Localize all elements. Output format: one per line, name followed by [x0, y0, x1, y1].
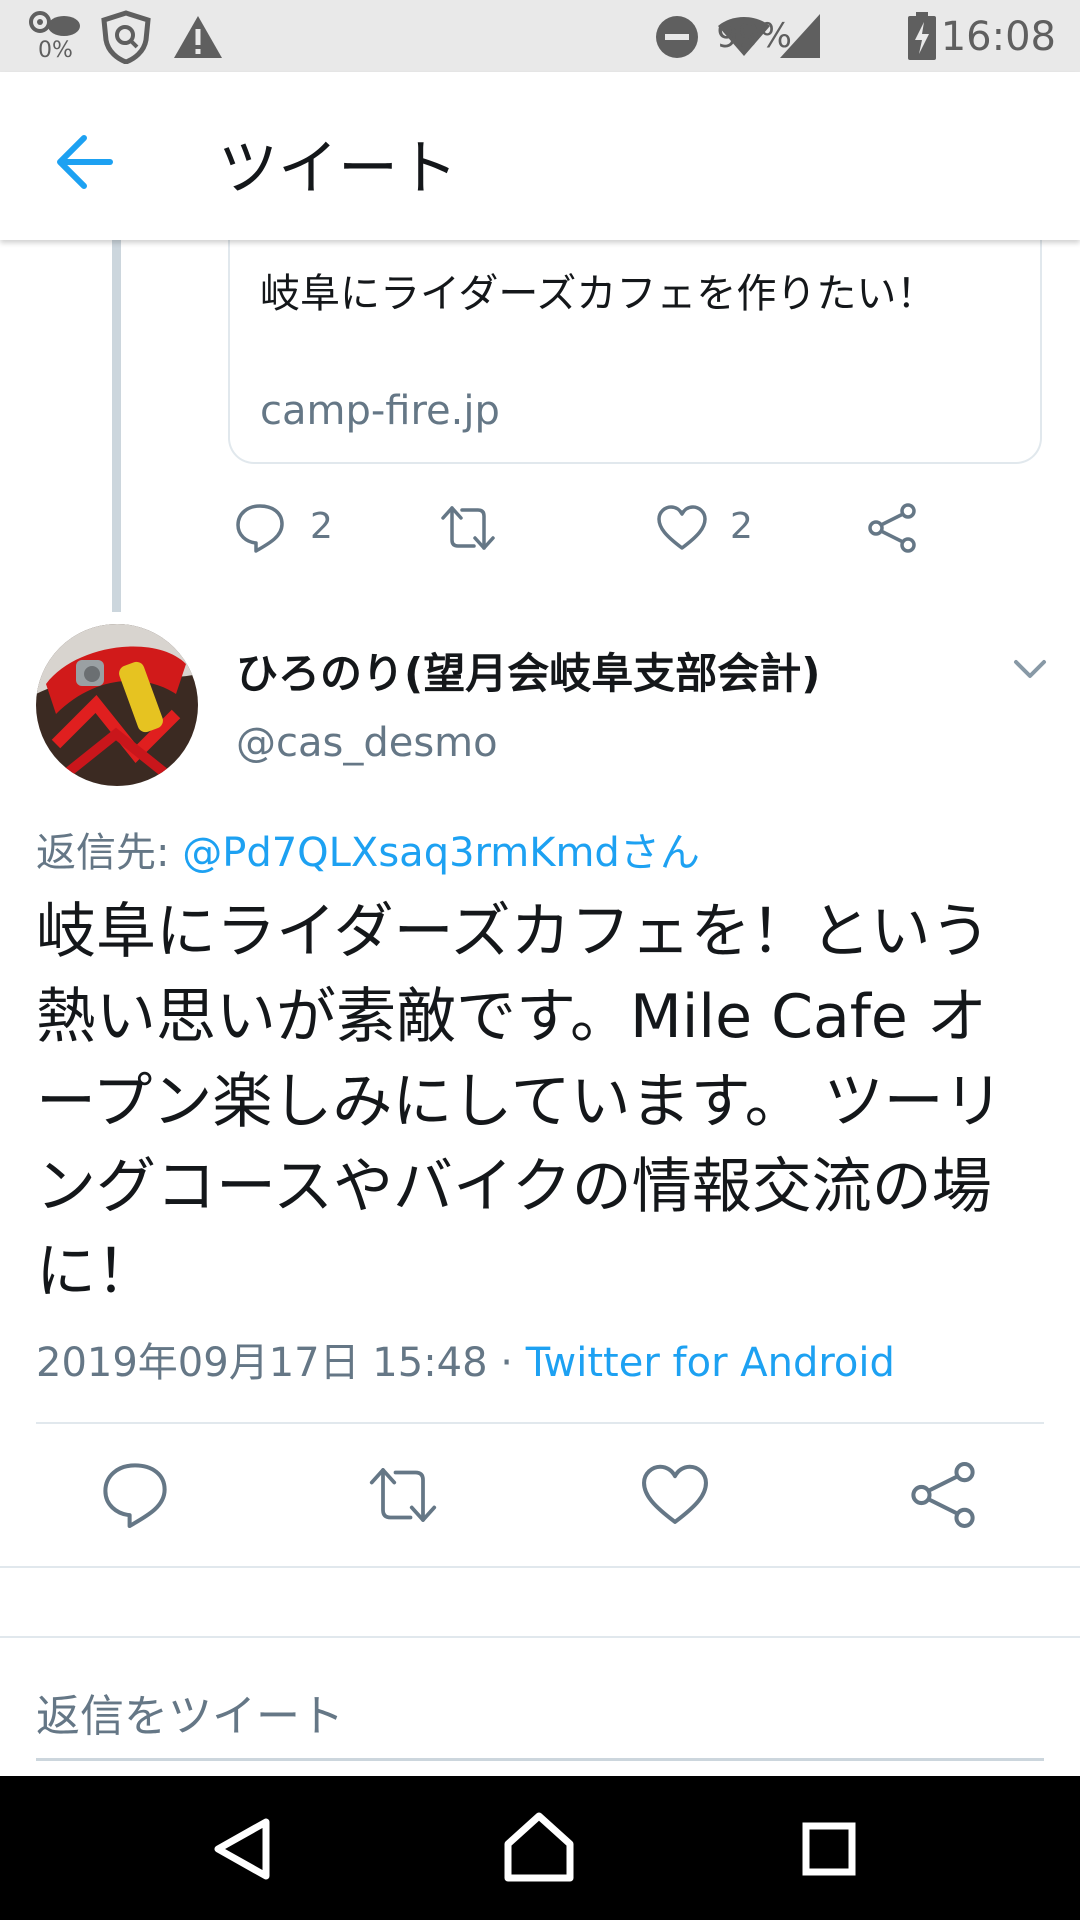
like-icon: [657, 505, 707, 550]
chevron-down-icon: [1014, 660, 1046, 678]
parent-reply-button[interactable]: 2: [234, 498, 354, 558]
back-button[interactable]: [40, 122, 130, 202]
warning-icon: [172, 14, 224, 60]
section-gap: [0, 1568, 1080, 1636]
author-name[interactable]: ひろのり(望月会岐阜支部会計): [236, 640, 820, 701]
reply-icon: [236, 504, 284, 553]
like-button[interactable]: [640, 1462, 710, 1532]
system-nav-bar: [0, 1776, 1080, 1920]
data-saver-percent: 0%: [38, 38, 73, 63]
reply-button[interactable]: [100, 1460, 170, 1530]
parent-retweet-button[interactable]: [440, 498, 500, 558]
reply-to-mention[interactable]: @Pd7QLXsaq3rmKmdさん: [182, 830, 700, 876]
reply-to-label: 返信先:: [36, 830, 183, 876]
retweet-icon: [369, 1468, 437, 1522]
reply-to-line: 返信先: @Pd7QLXsaq3rmKmdさん: [36, 820, 700, 878]
like-icon: [642, 1464, 708, 1524]
data-saver-icon: 0%: [26, 8, 86, 66]
divider: [0, 1636, 1080, 1638]
reply-tweet-input[interactable]: 返信をツイート: [36, 1650, 1044, 1760]
page-title: ツイート: [218, 134, 458, 204]
share-icon: [868, 503, 916, 553]
divider: [36, 1422, 1044, 1424]
avatar[interactable]: [36, 624, 198, 786]
link-card[interactable]: 岐阜にライダーズカフェを作りたい！ camp-fire.jp: [228, 220, 1042, 464]
tweet-meta: 2019年09月17日 15:48 · Twitter for Android: [36, 1330, 895, 1388]
input-underline: [36, 1758, 1044, 1761]
parent-like-button[interactable]: 2: [656, 498, 776, 558]
share-icon: [911, 1462, 975, 1528]
status-clock: 16:08: [940, 14, 1056, 60]
link-card-title: 岐阜にライダーズカフェを作りたい！: [260, 271, 937, 317]
shield-icon: [100, 10, 152, 65]
back-arrow-icon: [57, 135, 113, 189]
parent-share-button[interactable]: [866, 498, 922, 558]
battery-charging-icon: [908, 12, 936, 60]
nav-home-button[interactable]: [484, 1792, 594, 1902]
battery-percent: 99%: [716, 16, 792, 56]
parent-like-count: 2: [730, 506, 753, 547]
app-bar: ツイート: [0, 72, 1080, 240]
dnd-icon: [654, 14, 700, 60]
reply-icon: [103, 1463, 167, 1528]
nav-recents-button[interactable]: [774, 1794, 884, 1904]
nav-back-button[interactable]: [186, 1794, 296, 1904]
tweet-timestamp: 2019年09月17日 15:48 ·: [36, 1340, 526, 1386]
share-button[interactable]: [908, 1460, 978, 1530]
tweet-menu-caret[interactable]: [1010, 650, 1050, 690]
nav-home-icon: [504, 1812, 574, 1882]
author-handle[interactable]: @cas_desmo: [236, 720, 498, 766]
thread-connector-line: [112, 240, 121, 612]
nav-recents-icon: [802, 1822, 856, 1876]
reply-placeholder: 返信をツイート: [36, 1691, 344, 1742]
parent-reply-count: 2: [310, 506, 333, 547]
tweet-source-link[interactable]: Twitter for Android: [526, 1340, 895, 1386]
link-card-domain: camp-fire.jp: [260, 388, 500, 434]
tweet-text: 岐阜にライダーズカフェを！という熱い思いが素敵です。Mile Cafe オープン…: [36, 897, 1004, 1307]
status-bar: 0% 99% 16:08: [0, 0, 1080, 72]
retweet-icon: [441, 506, 495, 550]
retweet-button[interactable]: [368, 1460, 438, 1530]
nav-back-icon: [214, 1818, 270, 1880]
